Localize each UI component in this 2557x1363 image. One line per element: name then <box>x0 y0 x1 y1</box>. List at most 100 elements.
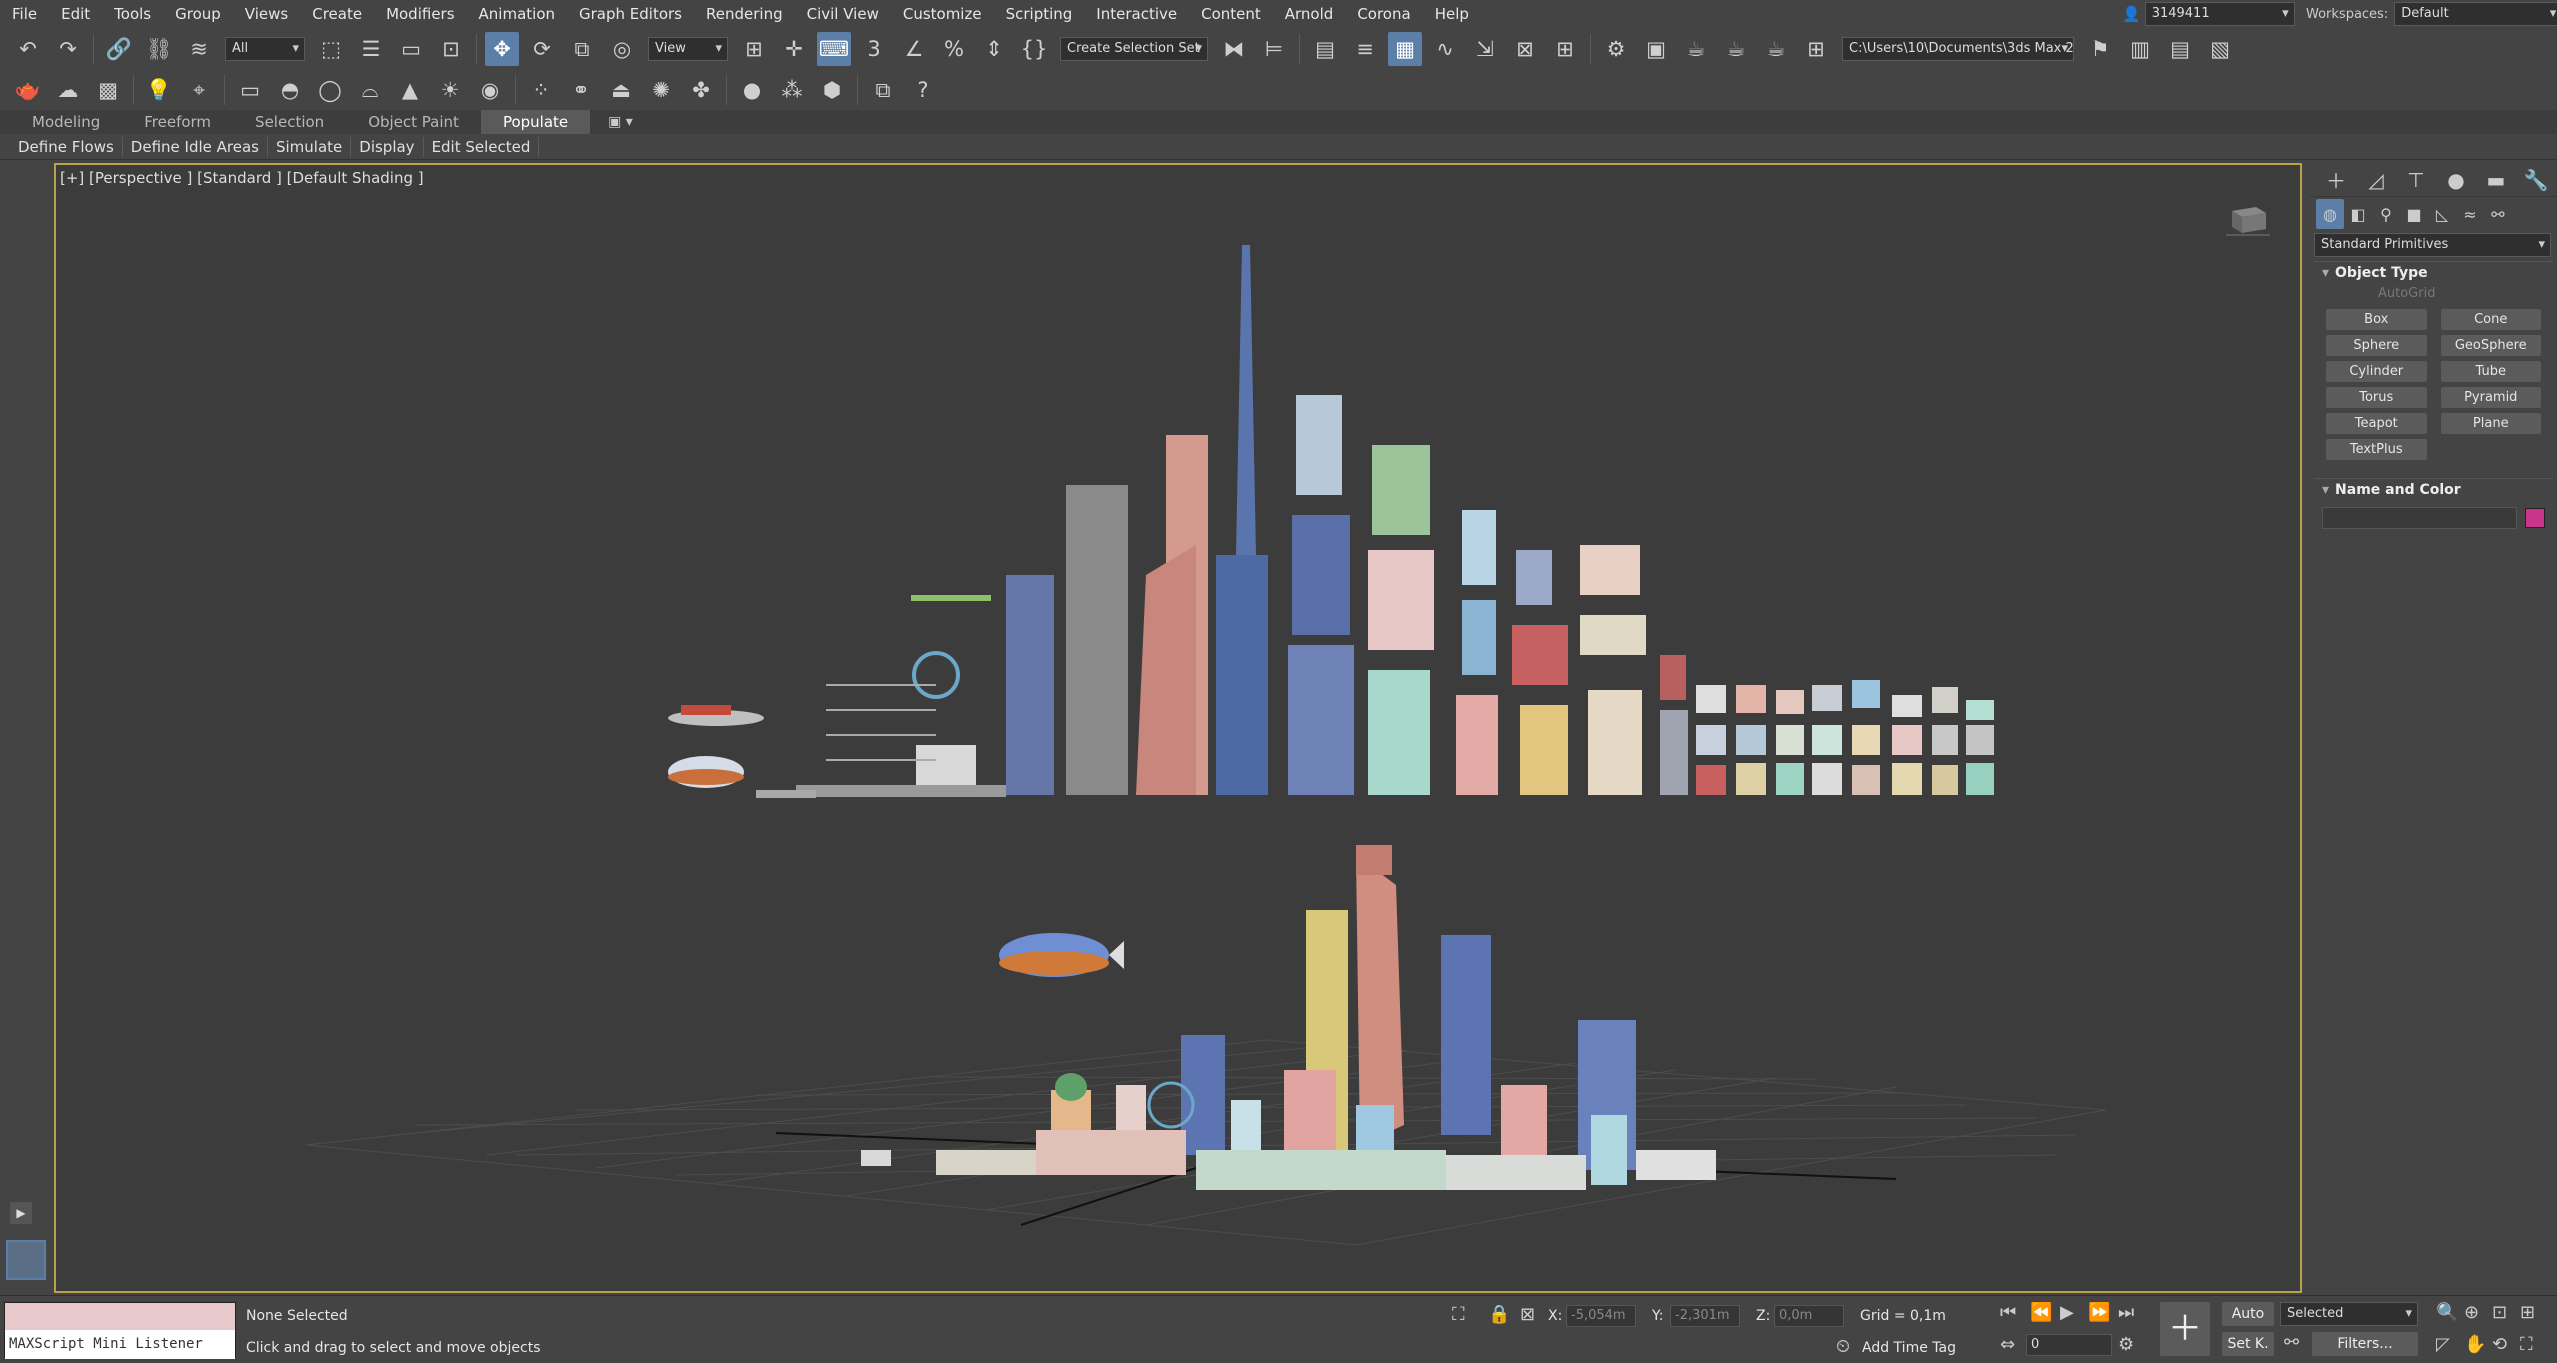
set-project-icon[interactable]: ⚑ <box>2083 32 2117 66</box>
menu-animation[interactable]: Animation <box>467 0 567 28</box>
menu-civil-view[interactable]: Civil View <box>795 0 891 28</box>
x-coordinate-field[interactable]: -5,054m <box>1566 1305 1636 1327</box>
key-mode-icon[interactable]: ⇔ <box>2000 1334 2015 1355</box>
window-crossing-icon[interactable]: ⊡ <box>434 32 468 66</box>
add-time-tag[interactable]: Add Time Tag <box>1862 1340 1956 1356</box>
utilities-tab-icon[interactable]: 🔧 <box>2516 165 2556 195</box>
menu-views[interactable]: Views <box>233 0 300 28</box>
pivot-center-icon[interactable]: ⊞ <box>737 32 771 66</box>
define-flows-button[interactable]: Define Flows <box>10 136 123 157</box>
scale-icon[interactable]: ⧉ <box>565 32 599 66</box>
environment-icon[interactable]: ◉ <box>473 73 507 107</box>
menu-corona[interactable]: Corona <box>1345 0 1422 28</box>
material-sphere-icon[interactable]: ● <box>735 73 769 107</box>
undo-icon[interactable]: ↶ <box>11 32 45 66</box>
spacewarps-icon[interactable]: ≈ <box>2456 199 2484 229</box>
motion-tab-icon[interactable]: ● <box>2436 165 2476 195</box>
tab-object-paint[interactable]: Object Paint <box>346 110 481 134</box>
teapot-button[interactable]: Teapot <box>2326 413 2427 434</box>
autogrid-checkbox[interactable]: AutoGrid <box>2314 284 2553 305</box>
ribbon-options-icon[interactable]: ▣ ▾ <box>608 114 633 130</box>
set-key-big-button[interactable]: ＋ <box>2160 1302 2210 1356</box>
sun-icon[interactable]: ☀ <box>433 73 467 107</box>
place-icon[interactable]: ◎ <box>605 32 639 66</box>
mirror-icon[interactable]: ⧓ <box>1217 32 1251 66</box>
image-icon[interactable]: ▩ <box>91 73 125 107</box>
menu-arnold[interactable]: Arnold <box>1273 0 1346 28</box>
key-filter-dropdown[interactable]: Selected <box>2280 1302 2418 1326</box>
edit-selected-button[interactable]: Edit Selected <box>424 136 540 157</box>
expand-layouts-icon[interactable]: ▶ <box>10 1202 32 1224</box>
render-setup-icon[interactable]: ⚙ <box>1599 32 1633 66</box>
create-tab-icon[interactable]: ＋ <box>2316 165 2356 195</box>
save-project-icon[interactable]: ▤ <box>2163 32 2197 66</box>
name-and-color-header[interactable]: Name and Color <box>2314 479 2553 501</box>
key-filters-icon[interactable]: ⚯ <box>2284 1332 2299 1353</box>
workspaces-dropdown[interactable]: Default <box>2394 2 2557 26</box>
named-selection-sets-dropdown[interactable]: Create Selection Set <box>1060 37 1208 61</box>
orbit-icon[interactable]: ⟲ <box>2492 1334 2507 1355</box>
menu-group[interactable]: Group <box>163 0 233 28</box>
go-to-end-icon[interactable]: ⏭ <box>2118 1302 2134 1323</box>
isolate-selection-icon[interactable]: ⛶ <box>1452 1304 1465 1325</box>
play-icon[interactable]: ▶ <box>2060 1302 2074 1323</box>
modify-tab-icon[interactable]: ◿ <box>2356 165 2396 195</box>
scatter-icon[interactable]: ⁘ <box>524 73 558 107</box>
object-type-header[interactable]: Object Type <box>2314 262 2553 284</box>
listener-input[interactable] <box>5 1303 235 1330</box>
proxy-icon[interactable]: ⚭ <box>564 73 598 107</box>
maxscript-listener[interactable]: MAXScript Mini Listener <box>4 1302 236 1359</box>
current-frame-field[interactable]: 0 <box>2026 1334 2112 1356</box>
rotate-icon[interactable]: ⟳ <box>525 32 559 66</box>
rect-selection-icon[interactable]: ▭ <box>394 32 428 66</box>
scene-explorer-icon[interactable]: ▤ <box>1308 32 1342 66</box>
help-icon[interactable]: ? <box>906 73 940 107</box>
sphere-light-icon[interactable]: ◯ <box>313 73 347 107</box>
display-tab-icon[interactable]: ▬ <box>2476 165 2516 195</box>
zoom-extents-all-icon[interactable]: ⊞ <box>2520 1302 2535 1323</box>
selection-filter-dropdown[interactable]: All <box>225 37 305 61</box>
pan-icon[interactable]: ✋ <box>2464 1334 2486 1355</box>
absolute-mode-icon[interactable]: ⊠ <box>1520 1304 1535 1325</box>
zoom-extents-icon[interactable]: ⊡ <box>2492 1302 2507 1323</box>
menu-content[interactable]: Content <box>1189 0 1273 28</box>
menu-rendering[interactable]: Rendering <box>694 0 795 28</box>
sphere-button[interactable]: Sphere <box>2326 335 2427 356</box>
copy-icon[interactable]: ⧉ <box>866 73 900 107</box>
link-icon[interactable]: 🔗 <box>102 32 136 66</box>
curve-editor-icon[interactable]: ∿ <box>1428 32 1462 66</box>
mesh-light-icon[interactable]: ⌓ <box>353 73 387 107</box>
shapes-icon[interactable]: ◧ <box>2344 199 2372 229</box>
render-iterative-icon[interactable]: ☕ <box>1719 32 1753 66</box>
layer-explorer-icon[interactable]: ≡ <box>1348 32 1382 66</box>
teapot-icon[interactable]: 🫖 <box>11 73 45 107</box>
plane-light-icon[interactable]: ▭ <box>233 73 267 107</box>
tab-freeform[interactable]: Freeform <box>122 110 233 134</box>
selection-lock-icon[interactable]: 🔒 <box>1488 1304 1510 1325</box>
cloud-icon[interactable]: ☁ <box>51 73 85 107</box>
plant-icon[interactable]: ✤ <box>684 73 718 107</box>
object-name-input[interactable] <box>2322 507 2517 529</box>
go-to-start-icon[interactable]: ⏮ <box>2000 1302 2016 1323</box>
systems-icon[interactable]: ⚯ <box>2484 199 2512 229</box>
tube-button[interactable]: Tube <box>2440 361 2541 382</box>
previous-frame-icon[interactable]: ⏪ <box>2030 1302 2052 1323</box>
rendered-frame-window-icon[interactable]: ▣ <box>1639 32 1673 66</box>
menu-help[interactable]: Help <box>1423 0 1481 28</box>
unlink-icon[interactable]: ⛓ <box>142 32 176 66</box>
menu-customize[interactable]: Customize <box>891 0 994 28</box>
tab-modeling[interactable]: Modeling <box>10 110 122 134</box>
pyramid-button[interactable]: Pyramid <box>2440 387 2541 408</box>
tab-populate[interactable]: Populate <box>480 110 591 134</box>
z-coordinate-field[interactable]: 0,0m <box>1774 1305 1844 1327</box>
menu-create[interactable]: Create <box>300 0 374 28</box>
set-key-button[interactable]: Set K. <box>2222 1332 2274 1356</box>
textplus-button[interactable]: TextPlus <box>2326 439 2427 460</box>
percent-snap-icon[interactable]: % <box>937 32 971 66</box>
maximize-viewport-icon[interactable]: ⛶ <box>2520 1334 2533 1355</box>
bind-spacewarp-icon[interactable]: ≋ <box>182 32 216 66</box>
compact-material-editor-icon[interactable]: ⊞ <box>1548 32 1582 66</box>
primitive-category-dropdown[interactable]: Standard Primitives <box>2314 233 2551 257</box>
redo-icon[interactable]: ↷ <box>51 32 85 66</box>
menu-file[interactable]: File <box>0 0 49 28</box>
